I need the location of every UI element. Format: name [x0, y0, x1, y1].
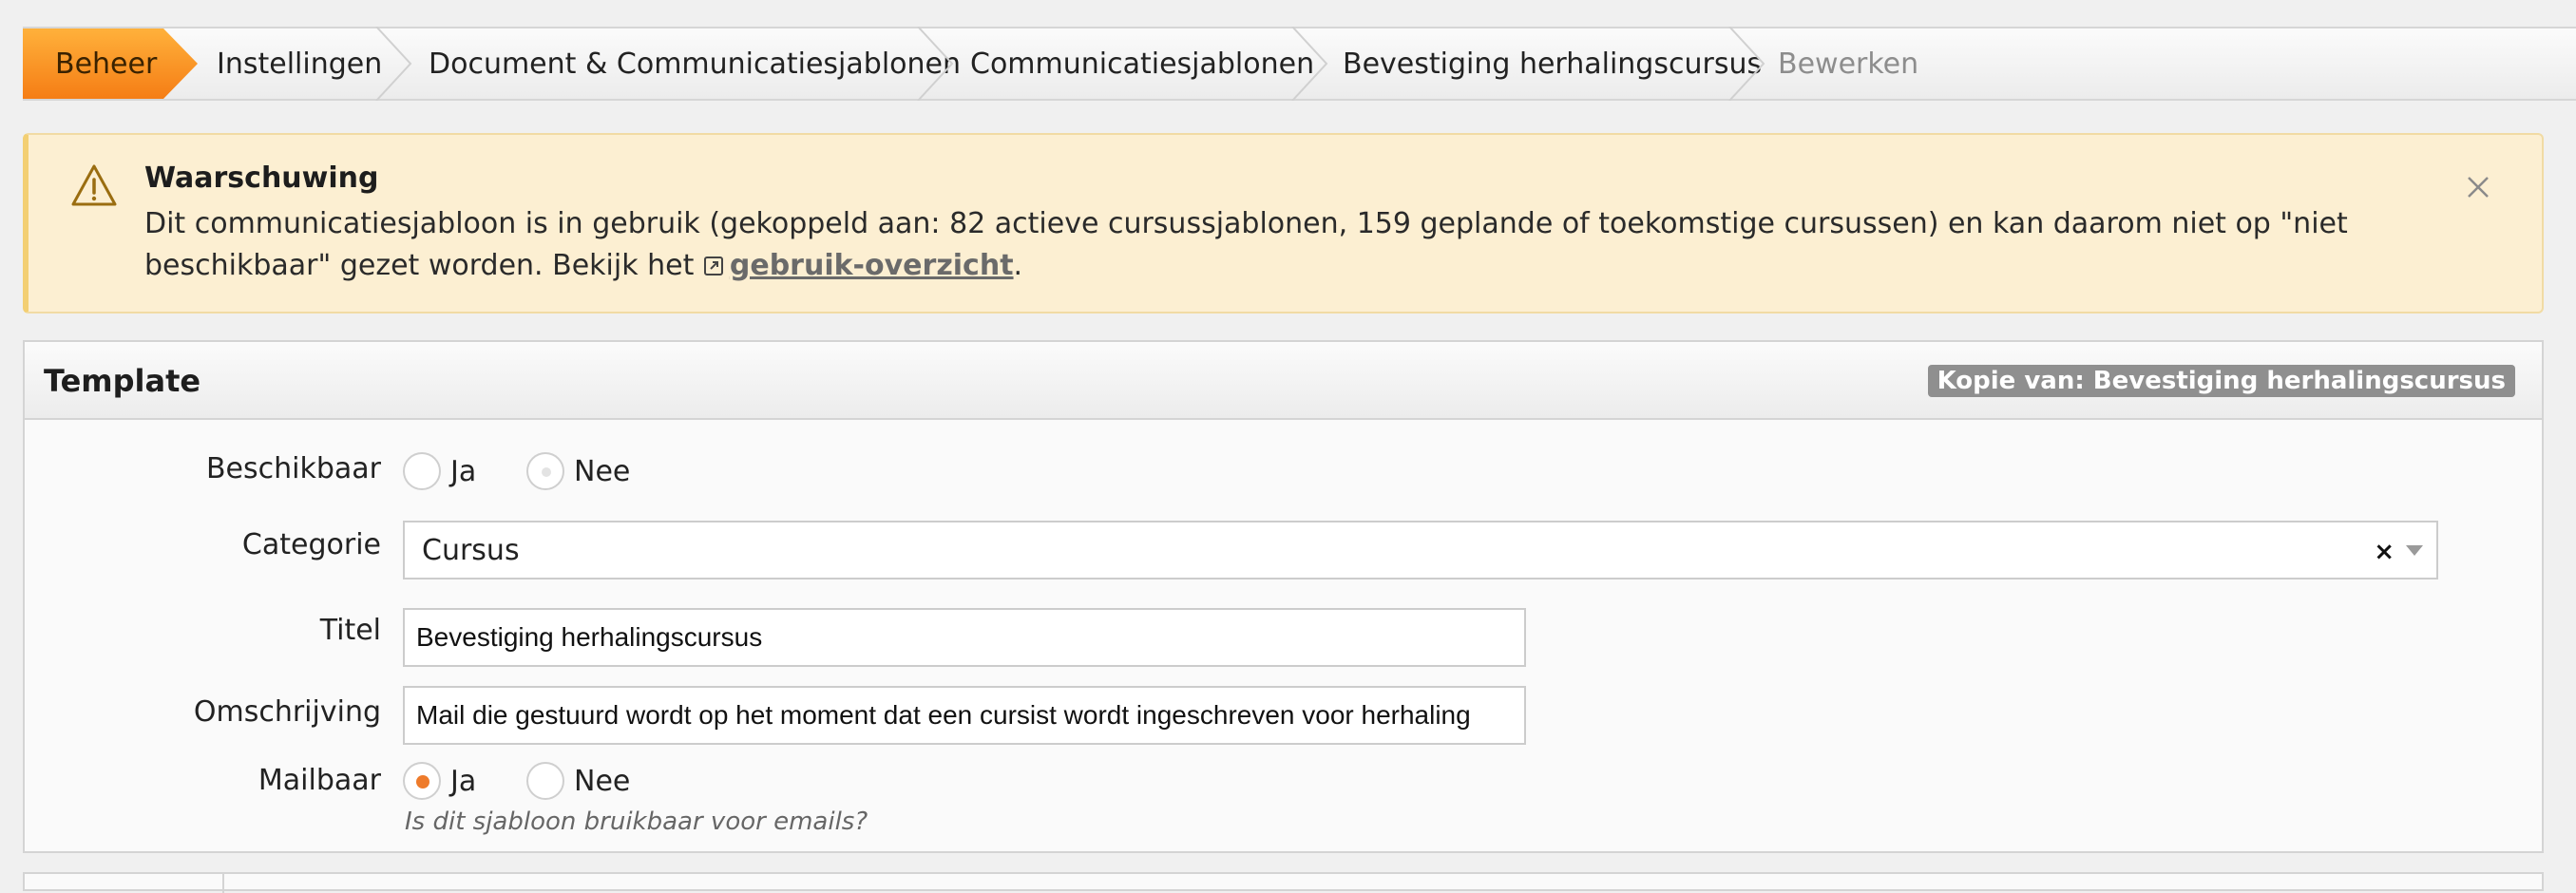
usage-overview-link[interactable]: gebruik-overzicht: [730, 249, 1014, 282]
copy-of-badge: Kopie van: Bevestiging herhalingscursus: [1927, 365, 2515, 397]
clear-icon[interactable]: ×: [2374, 538, 2395, 566]
alert-message-end: .: [1013, 249, 1023, 282]
omschrijving-label: Omschrijving: [193, 695, 381, 729]
chevron-down-icon[interactable]: [2406, 545, 2423, 556]
radio-circle[interactable]: [526, 452, 564, 490]
panel-header: Template Kopie van: Bevestiging herhalin…: [25, 342, 2542, 420]
breadcrumb: Beheer Instellingen Document & Communica…: [23, 27, 2576, 101]
radio-label: Nee: [574, 764, 631, 798]
next-panel: [23, 872, 2544, 893]
alert-message: Dit communicatiesjabloon is in gebruik (…: [144, 203, 2444, 287]
warning-triangle-icon: [70, 163, 118, 207]
radio-label: Ja: [450, 454, 477, 488]
alert-title: Waarschuwing: [144, 162, 379, 195]
radio-circle[interactable]: [526, 762, 564, 800]
external-link-icon: [703, 247, 724, 276]
beschikbaar-label: Beschikbaar: [205, 452, 381, 485]
warning-alert: Waarschuwing Dit communicatiesjabloon is…: [23, 133, 2544, 314]
breadcrumb-item-document-communicatiesjablonen[interactable]: Document & Communicatiesjablonen: [429, 28, 961, 99]
alert-message-text: Dit communicatiesjabloon is in gebruik (…: [144, 207, 2348, 282]
mailbaar-label: Mailbaar: [258, 764, 381, 797]
mailbaar-nee-radio[interactable]: Nee: [526, 762, 630, 800]
breadcrumb-separator-icon: [916, 27, 954, 101]
titel-input[interactable]: [403, 608, 1526, 667]
categorie-label: Categorie: [241, 528, 381, 561]
breadcrumb-item-beheer[interactable]: Beheer: [23, 28, 198, 99]
breadcrumb-separator-icon: [1727, 27, 1765, 101]
categorie-select[interactable]: Cursus ×: [403, 521, 2438, 580]
mailbaar-ja-radio[interactable]: Ja: [403, 762, 476, 800]
radio-circle[interactable]: [403, 452, 441, 490]
omschrijving-input[interactable]: [403, 686, 1526, 745]
mailbaar-help-text: Is dit sjabloon bruikbaar voor emails?: [405, 808, 868, 836]
categorie-selected-value: Cursus: [422, 534, 520, 567]
beschikbaar-ja-radio[interactable]: Ja: [403, 452, 476, 490]
close-icon[interactable]: [2464, 173, 2492, 201]
radio-label: Ja: [450, 764, 477, 798]
breadcrumb-separator-icon: [374, 27, 412, 101]
panel-title: Template: [44, 363, 201, 399]
breadcrumb-item-bewerken: Bewerken: [1778, 47, 1919, 81]
radio-circle[interactable]: [403, 762, 441, 800]
beschikbaar-nee-radio[interactable]: Nee: [526, 452, 630, 490]
radio-label: Nee: [574, 454, 631, 488]
template-panel: Template Kopie van: Bevestiging herhalin…: [23, 340, 2544, 853]
breadcrumb-separator-icon: [1290, 27, 1328, 101]
breadcrumb-item-communicatiesjablonen[interactable]: Communicatiesjablonen: [970, 28, 1314, 99]
divider: [222, 874, 224, 893]
titel-label: Titel: [319, 614, 381, 647]
breadcrumb-item-instellingen[interactable]: Instellingen: [217, 28, 382, 99]
breadcrumb-item-bevestiging-herhalingscursus[interactable]: Bevestiging herhalingscursus: [1343, 28, 1762, 99]
